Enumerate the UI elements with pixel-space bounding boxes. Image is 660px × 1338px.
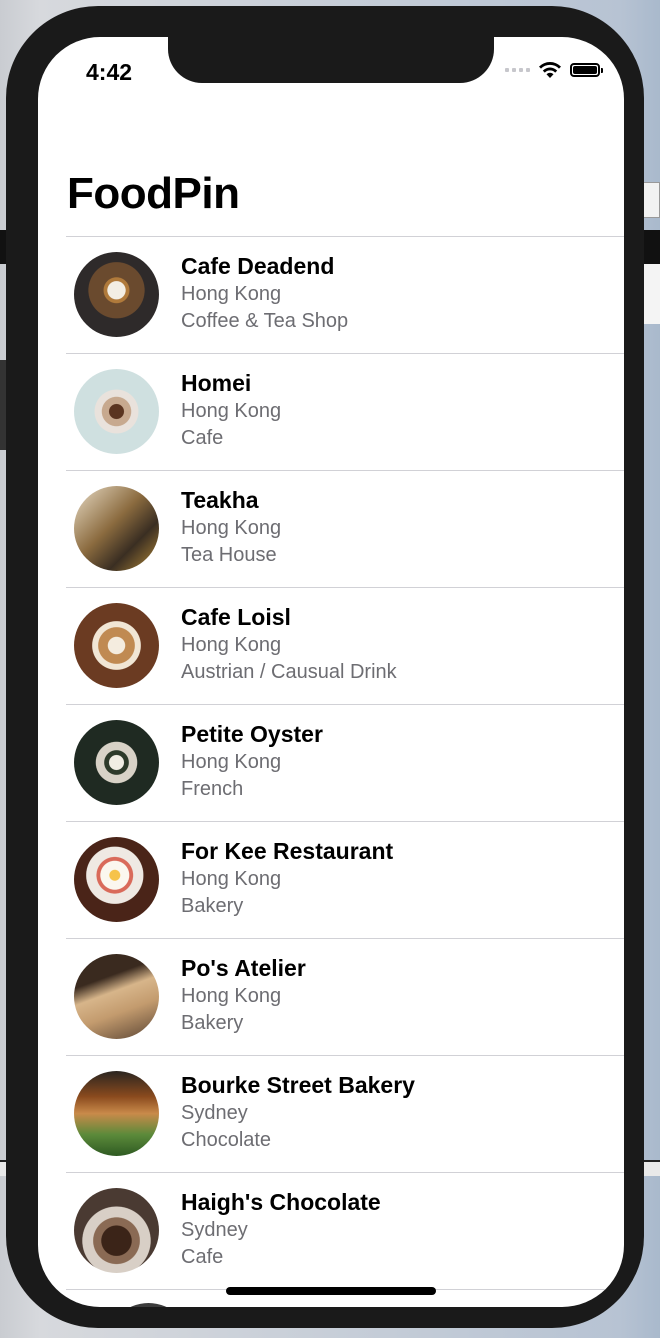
restaurant-name: Haigh's Chocolate [181,1189,381,1215]
restaurant-name: Homei [181,370,252,396]
restaurant-name: For Kee Restaurant [181,838,394,864]
restaurant-row[interactable]: Petite Oyster Hong Kong French [66,705,624,822]
restaurant-location: Hong Kong [181,751,282,773]
restaurant-type: Bakery [181,895,244,917]
battery-icon [570,63,603,77]
restaurant-row[interactable]: Cafe Loisl Hong Kong Austrian / Causual … [66,588,624,705]
restaurant-row[interactable]: Teakha Hong Kong Tea House [66,471,624,588]
restaurant-row[interactable]: Homei Hong Kong Cafe [66,354,624,471]
restaurant-row[interactable]: Haigh's Chocolate Sydney Cafe [66,1173,624,1290]
restaurant-type: Coffee & Tea Shop [181,310,349,332]
cellular-signal-icon [505,68,530,72]
restaurant-name: Teakha [181,487,259,513]
restaurant-type: Cafe [181,1246,224,1268]
restaurant-location: Sydney [181,1219,248,1241]
restaurant-row[interactable]: Po's Atelier Hong Kong Bakery [66,939,624,1056]
status-icons [505,61,603,79]
restaurant-location: Sydney [181,1102,248,1124]
restaurant-location: Hong Kong [181,634,282,656]
restaurant-location: Hong Kong [181,868,282,890]
restaurant-thumbnail [74,252,159,337]
restaurant-name: Bourke Street Bakery [181,1072,415,1098]
app-screen: 4:42 FoodPin Cafe Deadend Hong Kong Coff… [38,37,624,1307]
restaurant-thumbnail [74,603,159,688]
restaurant-type: Bakery [181,1012,244,1034]
restaurant-type: Austrian / Causual Drink [181,661,397,683]
restaurant-list[interactable]: Cafe Deadend Hong Kong Coffee & Tea Shop… [38,237,624,1290]
restaurant-name: Cafe Loisl [181,604,291,630]
restaurant-name: Petite Oyster [181,721,323,747]
restaurant-location: Hong Kong [181,283,282,305]
restaurant-row[interactable]: For Kee Restaurant Hong Kong Bakery [66,822,624,939]
restaurant-thumbnail [74,1071,159,1156]
restaurant-type: Tea House [181,544,277,566]
wifi-icon [539,62,561,78]
restaurant-thumbnail [74,486,159,571]
restaurant-name: Cafe Deadend [181,253,335,279]
next-row-thumbnail-peek [106,1303,191,1307]
device-notch [168,37,494,83]
restaurant-name: Po's Atelier [181,955,306,981]
restaurant-type: Cafe [181,427,224,449]
home-indicator[interactable] [226,1287,436,1295]
iphone-simulator-frame: 4:42 FoodPin Cafe Deadend Hong Kong Coff… [6,6,644,1328]
restaurant-thumbnail [74,720,159,805]
restaurant-location: Hong Kong [181,985,282,1007]
restaurant-thumbnail [74,1188,159,1273]
restaurant-type: French [181,778,244,800]
restaurant-thumbnail [74,369,159,454]
page-title: FoodPin [67,169,240,218]
restaurant-thumbnail [74,837,159,922]
restaurant-location: Hong Kong [181,517,282,539]
restaurant-thumbnail [74,954,159,1039]
restaurant-row[interactable]: Bourke Street Bakery Sydney Chocolate [66,1056,624,1173]
restaurant-type: Chocolate [181,1129,272,1151]
restaurant-location: Hong Kong [181,400,282,422]
restaurant-row[interactable]: Cafe Deadend Hong Kong Coffee & Tea Shop [66,237,624,354]
status-time: 4:42 [86,59,133,85]
